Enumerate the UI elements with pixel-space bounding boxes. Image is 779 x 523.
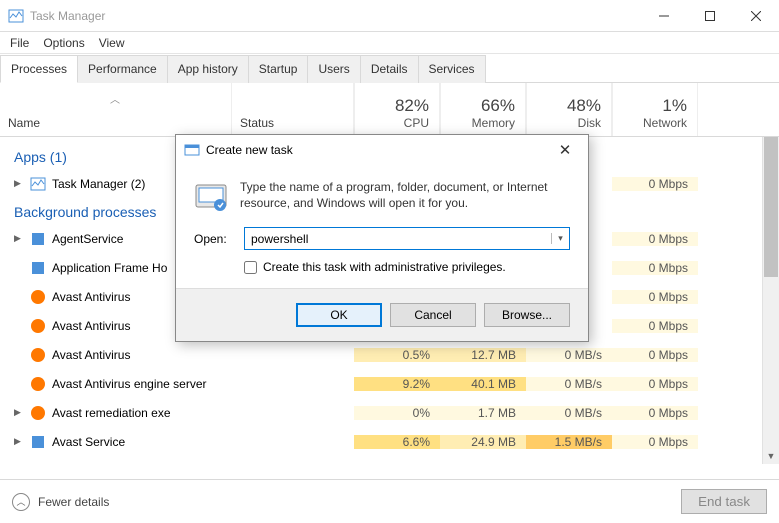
- col-network[interactable]: 1% Network: [612, 83, 698, 136]
- cancel-button[interactable]: Cancel: [390, 303, 476, 327]
- browse-button[interactable]: Browse...: [484, 303, 570, 327]
- admin-checkbox[interactable]: [244, 261, 257, 274]
- admin-label: Create this task with administrative pri…: [263, 260, 506, 274]
- table-row[interactable]: ▶ Avast remediation exe 0% 1.7 MB 0 MB/s…: [0, 398, 779, 427]
- create-task-dialog: Create new task ✕ Type the name of a pro…: [175, 134, 589, 342]
- avast-icon: [30, 376, 46, 392]
- table-row[interactable]: Avast Antivirus 0.5% 12.7 MB 0 MB/s 0 Mb…: [0, 340, 779, 369]
- dialog-message: Type the name of a program, folder, docu…: [240, 179, 570, 213]
- tab-performance[interactable]: Performance: [78, 55, 168, 83]
- scroll-down-icon[interactable]: ▼: [763, 447, 779, 464]
- avast-icon: [30, 405, 46, 421]
- app-icon: [30, 434, 46, 450]
- footer: ︿ Fewer details End task: [0, 479, 779, 523]
- chevron-down-icon[interactable]: ▾: [551, 233, 569, 244]
- expand-icon[interactable]: ▶: [14, 407, 24, 418]
- tab-apphistory[interactable]: App history: [168, 55, 249, 83]
- app-icon: [30, 231, 46, 247]
- taskmanager-icon: [30, 176, 46, 192]
- process-name: Avast Antivirus: [52, 290, 130, 304]
- col-disk[interactable]: 48% Disk: [526, 83, 612, 136]
- tabs: Processes Performance App history Startu…: [0, 54, 779, 83]
- menu-file[interactable]: File: [10, 36, 29, 50]
- menu-view[interactable]: View: [99, 36, 125, 50]
- close-button[interactable]: [733, 0, 779, 32]
- expand-icon[interactable]: ▶: [14, 436, 24, 447]
- expand-icon[interactable]: ▶: [14, 233, 24, 244]
- menubar: File Options View: [0, 32, 779, 54]
- tab-details[interactable]: Details: [361, 55, 419, 83]
- scrollbar[interactable]: ▲ ▼: [762, 137, 779, 464]
- run-large-icon: [194, 179, 228, 213]
- avast-icon: [30, 289, 46, 305]
- dialog-close-button[interactable]: ✕: [550, 141, 580, 159]
- col-cpu[interactable]: 82% CPU: [354, 83, 440, 136]
- open-input[interactable]: [245, 232, 551, 246]
- process-name: AgentService: [52, 232, 123, 246]
- col-memory[interactable]: 66% Memory: [440, 83, 526, 136]
- process-name: Avast Antivirus: [52, 319, 130, 333]
- open-label: Open:: [194, 232, 234, 246]
- sort-indicator-icon: ︿: [110, 91, 120, 106]
- process-name: Avast Service: [52, 435, 125, 449]
- process-name: Avast Antivirus: [52, 348, 130, 362]
- scroll-thumb[interactable]: [764, 137, 778, 277]
- table-row[interactable]: ▶ Avast Service 6.6% 24.9 MB 1.5 MB/s 0 …: [0, 427, 779, 456]
- process-name: Avast Antivirus engine server: [52, 377, 207, 391]
- col-status[interactable]: Status: [232, 83, 354, 136]
- fewer-details-link[interactable]: Fewer details: [38, 495, 109, 509]
- col-name[interactable]: ︿ Name: [0, 83, 232, 136]
- table-row[interactable]: Avast Antivirus engine server 9.2% 40.1 …: [0, 369, 779, 398]
- window-title: Task Manager: [30, 9, 641, 23]
- process-name: Task Manager (2): [52, 177, 145, 191]
- col-name-label: Name: [8, 116, 223, 130]
- menu-options[interactable]: Options: [43, 36, 84, 50]
- ok-button[interactable]: OK: [296, 303, 382, 327]
- open-combobox[interactable]: ▾: [244, 227, 570, 250]
- taskmanager-icon: [8, 8, 24, 24]
- process-name: Avast remediation exe: [52, 406, 171, 420]
- run-icon: [184, 142, 200, 158]
- expand-icon[interactable]: ▶: [14, 178, 24, 189]
- fewer-details-icon[interactable]: ︿: [12, 493, 30, 511]
- app-icon: [30, 260, 46, 276]
- tab-startup[interactable]: Startup: [249, 55, 309, 83]
- titlebar: Task Manager: [0, 0, 779, 32]
- dialog-title: Create new task: [206, 143, 550, 157]
- minimize-button[interactable]: [641, 0, 687, 32]
- tab-users[interactable]: Users: [308, 55, 360, 83]
- avast-icon: [30, 347, 46, 363]
- process-name: Application Frame Ho: [52, 261, 167, 275]
- column-headers: ︿ Name Status 82% CPU 66% Memory 48% Dis…: [0, 83, 779, 137]
- tab-processes[interactable]: Processes: [0, 55, 78, 83]
- maximize-button[interactable]: [687, 0, 733, 32]
- avast-icon: [30, 318, 46, 334]
- tab-services[interactable]: Services: [419, 55, 486, 83]
- end-task-button[interactable]: End task: [681, 489, 767, 514]
